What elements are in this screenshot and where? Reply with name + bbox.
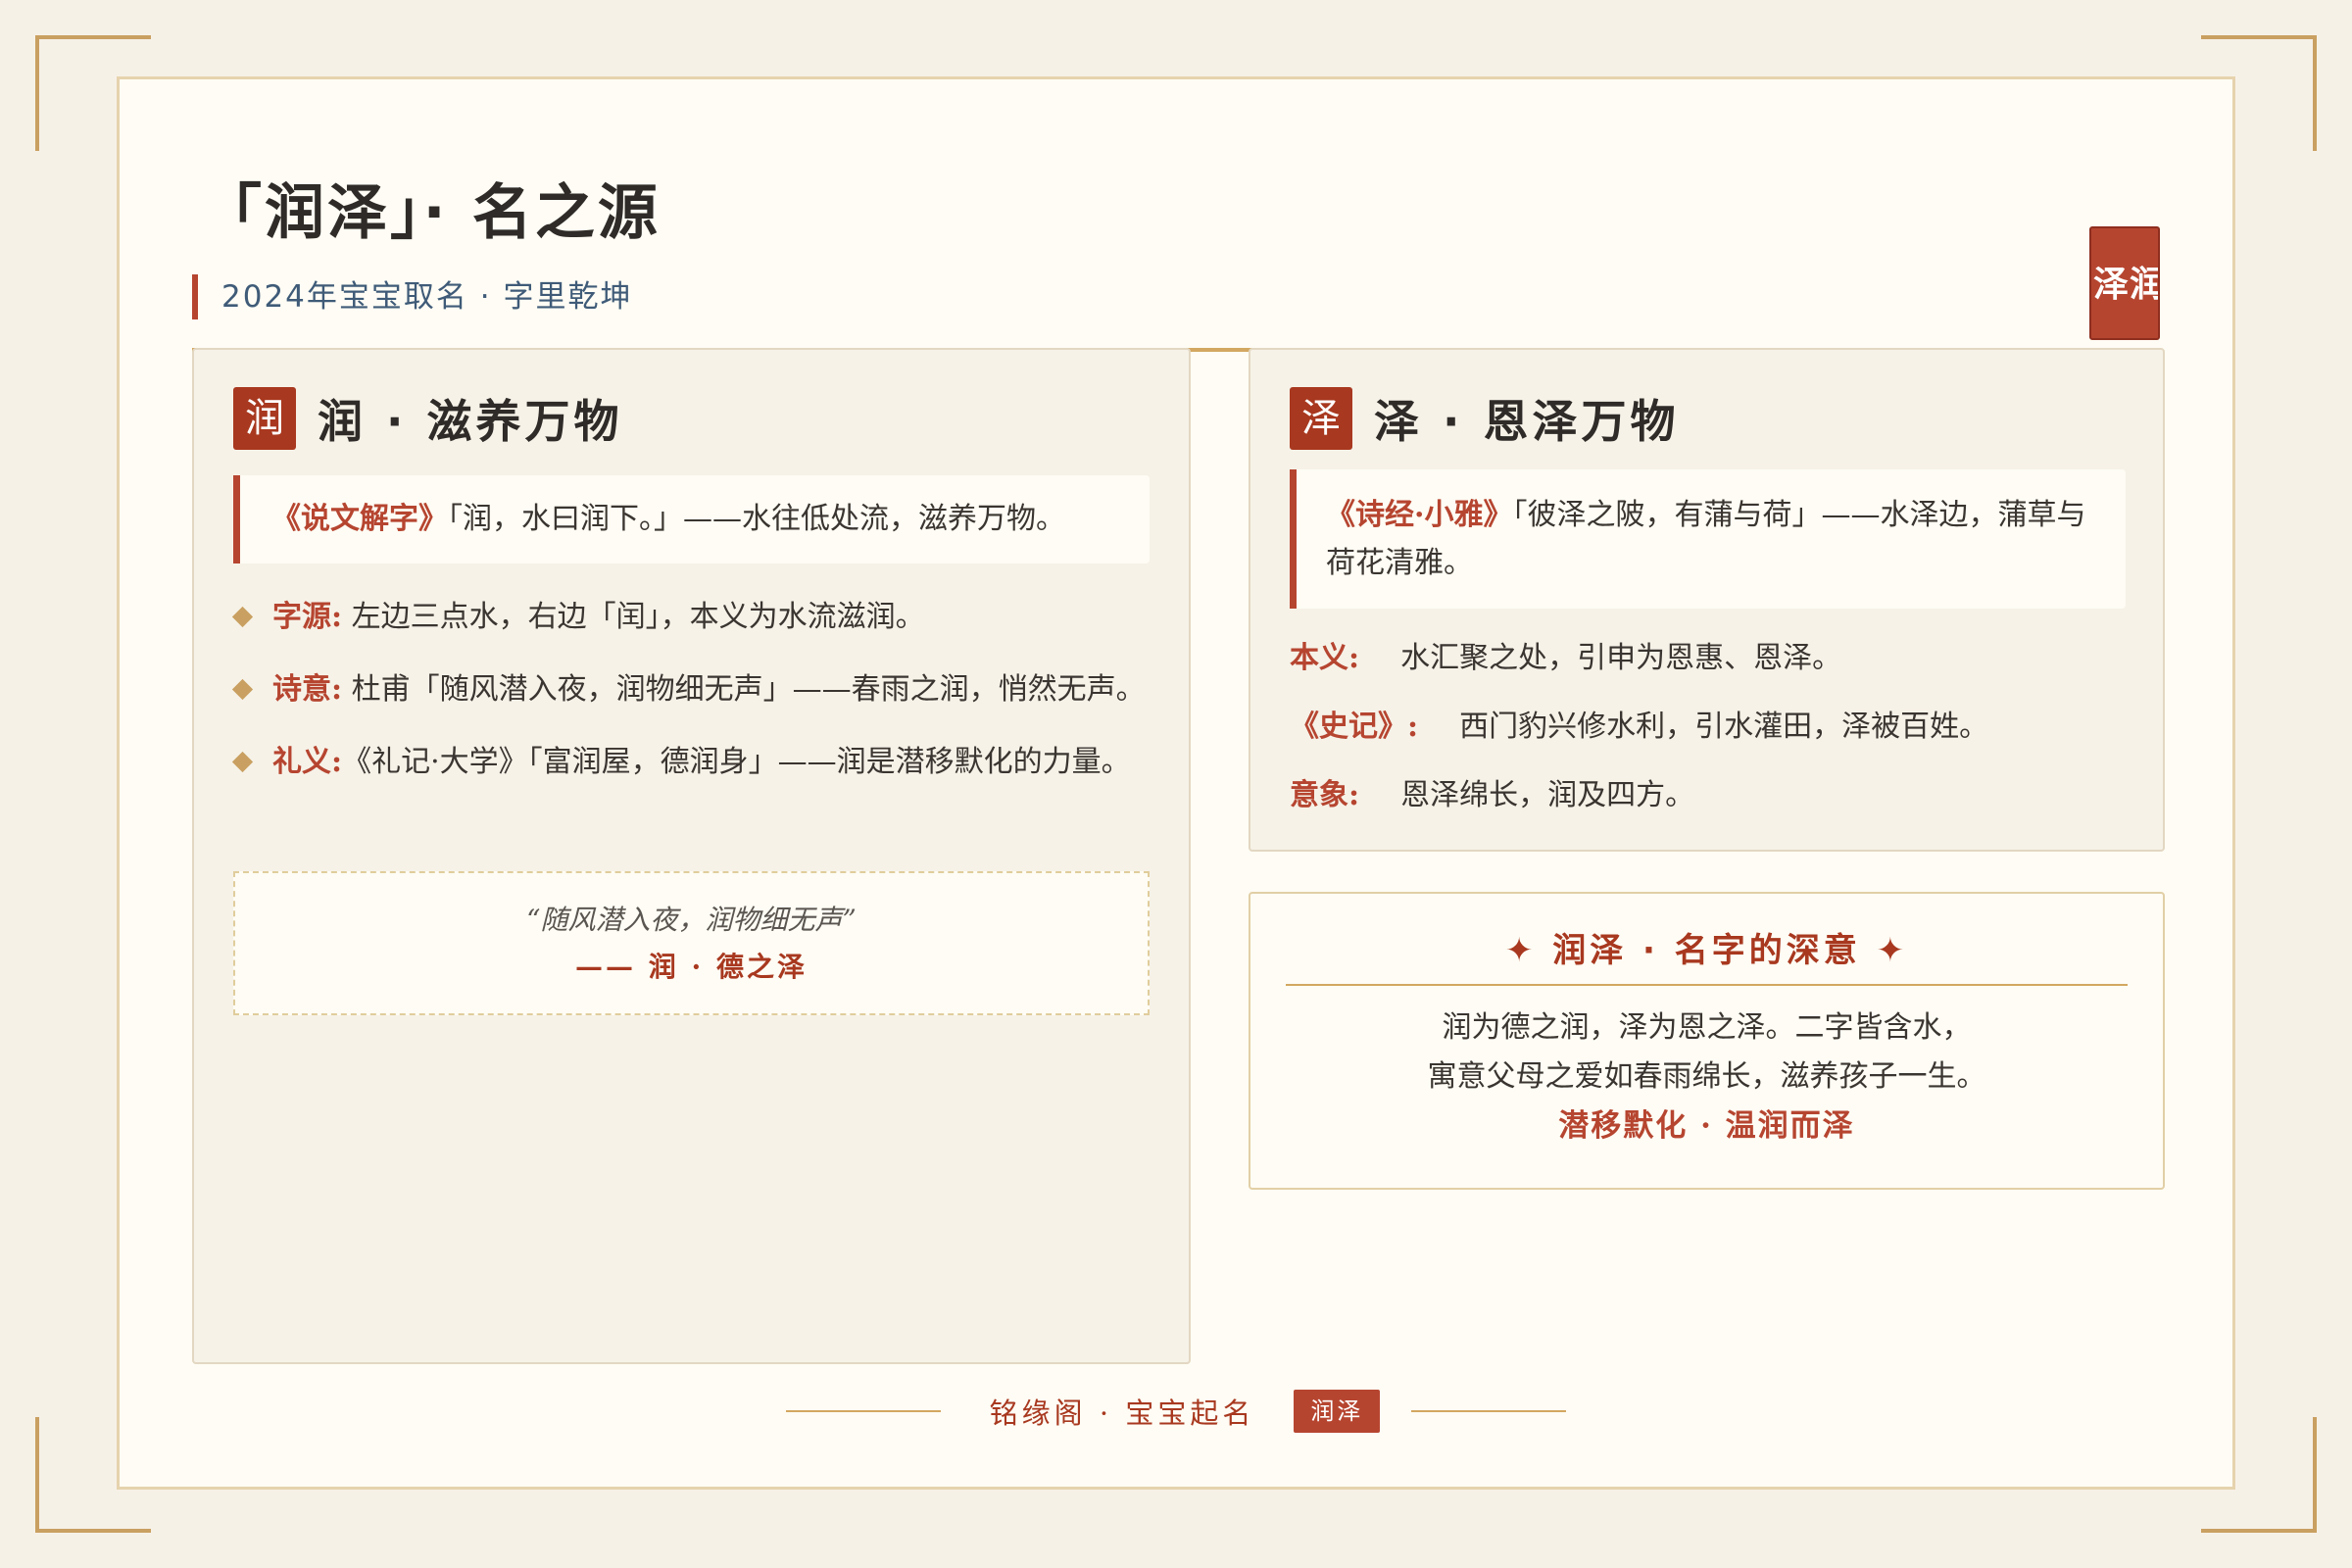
meaning-title: ✦ 润泽 · 名字的深意 ✦	[1286, 929, 2128, 986]
ze-panel: 泽 泽 · 恩泽万物 《诗经·小雅》「彼泽之陂，有蒲与荷」——水泽边，蒲草与荷花…	[1249, 348, 2165, 852]
footer-badge: 润泽	[1294, 1390, 1381, 1433]
list-item: 《史记》: 西门豹兴修水利，引水灌田，泽被百姓。	[1290, 703, 2126, 751]
footer-brand: 铭缘阁 · 宝宝起名	[989, 1396, 1255, 1430]
list-item: 诗意: 杜甫「随风潜入夜，润物细无声」——春雨之润，悄然无声。	[233, 665, 1150, 713]
footer-rule-left	[785, 1410, 941, 1412]
list-item: 礼义:《礼记·大学》「富润屋，德润身」——润是潜移默化的力量。	[233, 738, 1150, 786]
footer-rule-right	[1411, 1410, 1567, 1412]
meaning-tagline: 潜移默化 · 温润而泽	[1558, 1108, 1855, 1144]
ze-badge: 泽	[1290, 387, 1352, 450]
ze-quote-source: 《诗经·小雅》	[1326, 498, 1513, 532]
def-text: 西门豹兴修水利，引水灌田，泽被百姓。	[1459, 710, 1989, 744]
page-footer: 铭缘阁 · 宝宝起名 润泽	[120, 1383, 2232, 1440]
page-title: 「润泽」· 名之源	[202, 177, 661, 248]
run-badge: 润	[233, 387, 296, 450]
run-quote-source: 《说文解字》	[271, 502, 448, 536]
poem-line: “随风潜入夜，润物细无声”	[526, 904, 857, 936]
page-subtitle: 2024年宝宝取名 · 字里乾坤	[192, 274, 632, 319]
run-panel: 润 润 · 滋养万物 《说文解字》「润，水曰润下。」——水往低处流，滋养万物。 …	[192, 348, 1191, 1364]
def-text: 水汇聚之处，引申为恩惠、恩泽。	[1400, 641, 1842, 675]
ze-section-title: 泽 · 恩泽万物	[1374, 395, 1680, 448]
item-text: 左边三点水，右边「闰」，本义为水流滋润。	[342, 600, 925, 634]
run-detail-list: 字源: 左边三点水，右边「闰」，本义为水流滋润。 诗意: 杜甫「随风潜入夜，润物…	[233, 593, 1150, 810]
list-item: 本义: 水汇聚之处，引申为恩惠、恩泽。	[1290, 634, 2126, 682]
poem-signature: —— 润 · 德之泽	[575, 951, 808, 983]
meaning-panel: ✦ 润泽 · 名字的深意 ✦ 润为德之润，泽为恩之泽。二字皆含水， 寓意父母之爱…	[1249, 892, 2165, 1190]
run-quote-text: 「润，水曰润下。」——水往低处流，滋养万物。	[448, 502, 1065, 536]
poem-box: “随风潜入夜，润物细无声” —— 润 · 德之泽	[233, 871, 1150, 1015]
run-quote: 《说文解字》「润，水曰润下。」——水往低处流，滋养万物。	[233, 475, 1150, 564]
item-label: 礼义:	[272, 745, 343, 779]
main-card: 「润泽」· 名之源 2024年宝宝取名 · 字里乾坤 泽润 润 润 · 滋养万物…	[117, 76, 2235, 1490]
run-section-header: 润 润 · 滋养万物	[233, 387, 623, 450]
page-header: 「润泽」· 名之源 2024年宝宝取名 · 字里乾坤 泽润	[192, 130, 2160, 352]
def-label: 《史记》:	[1290, 710, 1419, 744]
def-label: 本义:	[1290, 641, 1360, 675]
meaning-body: 润为德之润，泽为恩之泽。二字皆含水， 寓意父母之爱如春雨绵长，滋养孩子一生。 潜…	[1286, 1004, 2128, 1151]
def-label: 意象:	[1290, 778, 1360, 812]
meaning-line: 润为德之润，泽为恩之泽。二字皆含水，	[1442, 1010, 1972, 1045]
list-item: 意象: 恩泽绵长，润及四方。	[1290, 771, 2126, 819]
item-label: 字源:	[272, 600, 343, 634]
item-label: 诗意:	[272, 672, 343, 707]
run-section-title: 润 · 滋养万物	[318, 395, 623, 448]
item-text: 杜甫「随风潜入夜，润物细无声」——春雨之润，悄然无声。	[342, 672, 1146, 707]
ze-definition-list: 本义: 水汇聚之处，引申为恩惠、恩泽。 《史记》: 西门豹兴修水利，引水灌田，泽被百…	[1290, 634, 2126, 840]
ze-quote: 《诗经·小雅》「彼泽之陂，有蒲与荷」——水泽边，蒲草与荷花清雅。	[1290, 469, 2126, 609]
list-item: 字源: 左边三点水，右边「闰」，本义为水流滋润。	[233, 593, 1150, 641]
def-text: 恩泽绵长，润及四方。	[1400, 778, 1695, 812]
item-text: 《礼记·大学》「富润屋，德润身」——润是潜移默化的力量。	[342, 745, 1131, 779]
ze-section-header: 泽 泽 · 恩泽万物	[1290, 387, 1680, 450]
seal-stamp: 泽润	[2089, 226, 2160, 340]
meaning-line: 寓意父母之爱如春雨绵长，滋养孩子一生。	[1427, 1059, 1986, 1094]
